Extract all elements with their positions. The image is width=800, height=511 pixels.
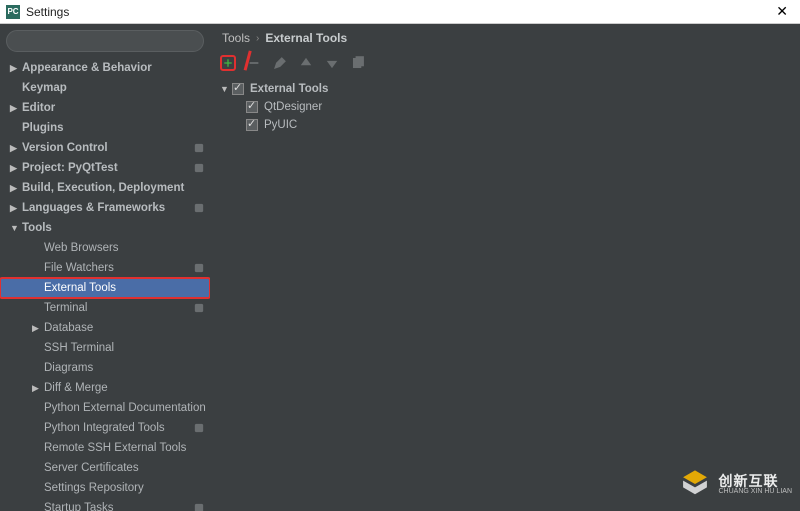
tools-toolbar: [210, 52, 800, 74]
window-title: Settings: [26, 5, 69, 19]
sidebar-item[interactable]: Startup Tasks: [0, 498, 210, 511]
add-button[interactable]: [220, 55, 236, 71]
project-badge-icon: [194, 203, 204, 213]
chevron-right-icon: ▶: [10, 183, 20, 194]
sidebar-item-label: Remote SSH External Tools: [44, 442, 186, 454]
tree-item-label: QtDesigner: [264, 101, 322, 113]
sidebar-item-label: Plugins: [22, 122, 64, 134]
sidebar-item[interactable]: ▶Diff & Merge: [0, 378, 210, 398]
breadcrumb: Tools › External Tools: [210, 24, 800, 52]
edit-button[interactable]: [272, 55, 288, 71]
titlebar: PC Settings ✕: [0, 0, 800, 24]
sidebar-item-label: Python External Documentation: [44, 402, 206, 414]
chevron-right-icon: ▶: [10, 103, 20, 114]
app-icon: PC: [6, 5, 20, 19]
chevron-right-icon: ▶: [10, 143, 20, 154]
sidebar-item[interactable]: File Watchers: [0, 258, 210, 278]
sidebar-item-label: Editor: [22, 102, 55, 114]
chevron-right-icon: ▶: [10, 163, 20, 174]
sidebar-item[interactable]: Remote SSH External Tools: [0, 438, 210, 458]
sidebar-item[interactable]: ▶Editor: [0, 98, 210, 118]
sidebar-item-label: Appearance & Behavior: [22, 62, 152, 74]
sidebar-item-label: Web Browsers: [44, 242, 119, 254]
chevron-right-icon: ▶: [10, 63, 20, 74]
sidebar-item[interactable]: Plugins: [0, 118, 210, 138]
sidebar-item[interactable]: Keymap: [0, 78, 210, 98]
chevron-down-icon: ▼: [10, 223, 20, 233]
sidebar-item[interactable]: ▼Tools: [0, 218, 210, 238]
sidebar-item[interactable]: Web Browsers: [0, 238, 210, 258]
chevron-right-icon: ›: [256, 33, 259, 44]
move-up-button[interactable]: [298, 55, 314, 71]
search-wrap: [0, 24, 210, 58]
tree-item-row[interactable]: QtDesigner: [220, 98, 800, 116]
sidebar-item-label: Database: [44, 322, 93, 334]
tree-item-label: PyUIC: [264, 119, 297, 131]
sidebar-item[interactable]: External Tools: [0, 278, 210, 298]
sidebar-item[interactable]: Terminal: [0, 298, 210, 318]
main-panel: Tools › External Tools: [210, 24, 800, 511]
sidebar-item-label: Settings Repository: [44, 482, 144, 494]
external-tools-tree: ▼ External Tools QtDesigner PyUIC: [210, 74, 800, 134]
project-badge-icon: [194, 163, 204, 173]
sidebar-item-label: Project: PyQtTest: [22, 162, 118, 174]
sidebar-item-label: Terminal: [44, 302, 87, 314]
sidebar-item[interactable]: Python Integrated Tools: [0, 418, 210, 438]
sidebar-item[interactable]: ▶Appearance & Behavior: [0, 58, 210, 78]
copy-button[interactable]: [350, 55, 366, 71]
sidebar-item-label: Version Control: [22, 142, 108, 154]
sidebar-item[interactable]: SSH Terminal: [0, 338, 210, 358]
sidebar-item-label: Diagrams: [44, 362, 93, 374]
sidebar-item-label: Diff & Merge: [44, 382, 108, 394]
sidebar-item[interactable]: ▶Build, Execution, Deployment: [0, 178, 210, 198]
project-badge-icon: [194, 423, 204, 433]
breadcrumb-root: Tools: [222, 31, 250, 45]
sidebar-item[interactable]: ▶Version Control: [0, 138, 210, 158]
sidebar-tree: ▶Appearance & BehaviorKeymap▶EditorPlugi…: [0, 58, 210, 511]
sidebar-item-label: Startup Tasks: [44, 502, 113, 511]
sidebar-item-label: Tools: [22, 222, 52, 234]
sidebar-item[interactable]: ▶Project: PyQtTest: [0, 158, 210, 178]
search-input[interactable]: [6, 30, 204, 52]
checkbox-icon[interactable]: [246, 119, 258, 131]
chevron-down-icon: ▼: [220, 84, 230, 94]
move-down-button[interactable]: [324, 55, 340, 71]
watermark: 创新互联 CHUANG XIN HU LIAN: [678, 467, 792, 501]
sidebar-item-label: External Tools: [44, 282, 116, 294]
project-badge-icon: [194, 303, 204, 313]
checkbox-icon[interactable]: [246, 101, 258, 113]
watermark-logo-icon: [678, 467, 712, 501]
project-badge-icon: [194, 143, 204, 153]
sidebar-item-label: Server Certificates: [44, 462, 139, 474]
project-badge-icon: [194, 503, 204, 511]
chevron-right-icon: ▶: [10, 203, 20, 214]
sidebar-item[interactable]: Python External Documentation: [0, 398, 210, 418]
sidebar-item[interactable]: Settings Repository: [0, 478, 210, 498]
tree-group-label: External Tools: [250, 83, 328, 95]
watermark-text: 创新互联 CHUANG XIN HU LIAN: [718, 474, 792, 495]
settings-sidebar: ▶Appearance & BehaviorKeymap▶EditorPlugi…: [0, 24, 210, 511]
sidebar-item[interactable]: Diagrams: [0, 358, 210, 378]
dialog-body: ▶Appearance & BehaviorKeymap▶EditorPlugi…: [0, 24, 800, 511]
sidebar-item[interactable]: ▶Database: [0, 318, 210, 338]
breadcrumb-current: External Tools: [265, 31, 347, 45]
close-icon[interactable]: ✕: [770, 3, 794, 20]
tree-group-row[interactable]: ▼ External Tools: [220, 80, 800, 98]
tree-item-row[interactable]: PyUIC: [220, 116, 800, 134]
sidebar-item[interactable]: ▶Languages & Frameworks: [0, 198, 210, 218]
sidebar-item[interactable]: Server Certificates: [0, 458, 210, 478]
chevron-right-icon: ▶: [32, 323, 42, 334]
sidebar-item-label: File Watchers: [44, 262, 114, 274]
sidebar-item-label: Build, Execution, Deployment: [22, 182, 184, 194]
project-badge-icon: [194, 263, 204, 273]
chevron-right-icon: ▶: [32, 383, 42, 394]
sidebar-item-label: Keymap: [22, 82, 67, 94]
sidebar-item-label: SSH Terminal: [44, 342, 114, 354]
sidebar-item-label: Python Integrated Tools: [44, 422, 165, 434]
sidebar-item-label: Languages & Frameworks: [22, 202, 165, 214]
checkbox-icon[interactable]: [232, 83, 244, 95]
